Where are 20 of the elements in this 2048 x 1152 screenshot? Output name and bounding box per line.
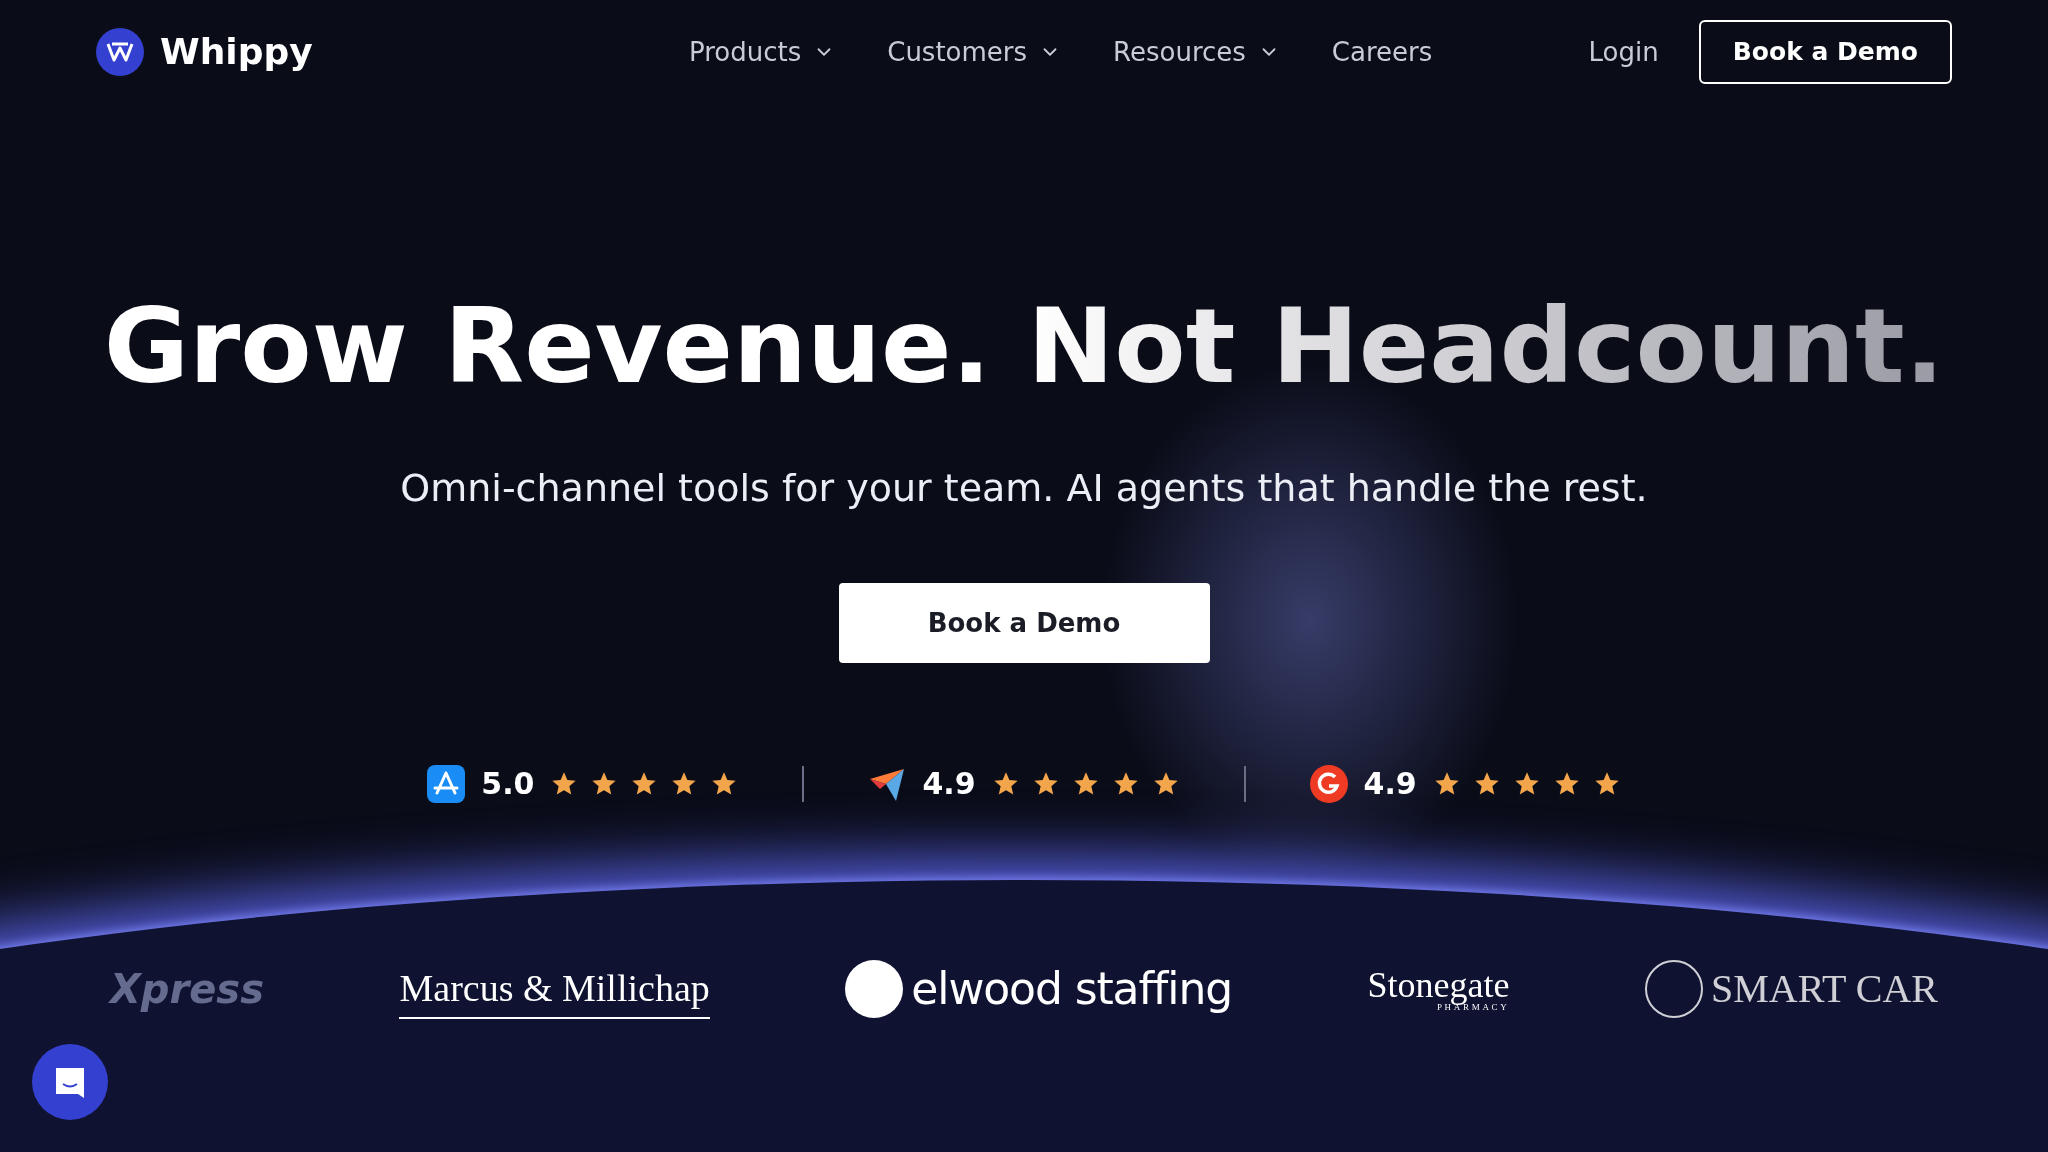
brand-logo-icon[interactable] — [96, 28, 144, 76]
nav-link[interactable]: Customers — [887, 32, 1062, 72]
marcus-millichap-logo: Marcus & Millichap — [399, 959, 710, 1019]
stonegate-pharmacy-logo: Stonegate PHARMACY — [1367, 966, 1510, 1012]
brand-name: Whippy — [160, 30, 313, 74]
nav-link[interactable]: Careers — [1331, 32, 1433, 72]
nav-link[interactable]: Resources — [1113, 32, 1280, 72]
rating-score: 4.9 — [1363, 765, 1417, 803]
hero-subtitle: Omni-channel tools for your team. AI agents that handle the rest. — [399, 465, 1649, 512]
rating-score: 5.0 — [481, 765, 535, 803]
app-store-icon — [427, 764, 466, 803]
xpress-logo: Xpress — [110, 965, 264, 1014]
g2-icon — [1309, 764, 1348, 803]
book-demo-button[interactable]: Book a Demo — [1698, 20, 1952, 84]
elwood-staffing-logo: elwood staffing — [845, 956, 1232, 1022]
smart-care-logo: SMART CAR — [1645, 959, 1938, 1019]
login-link[interactable]: Login — [1588, 32, 1659, 72]
nav-link[interactable]: Products — [688, 32, 836, 72]
book-demo-button[interactable]: Book a Demo — [838, 583, 1210, 663]
rating-score: 4.9 — [922, 765, 976, 803]
